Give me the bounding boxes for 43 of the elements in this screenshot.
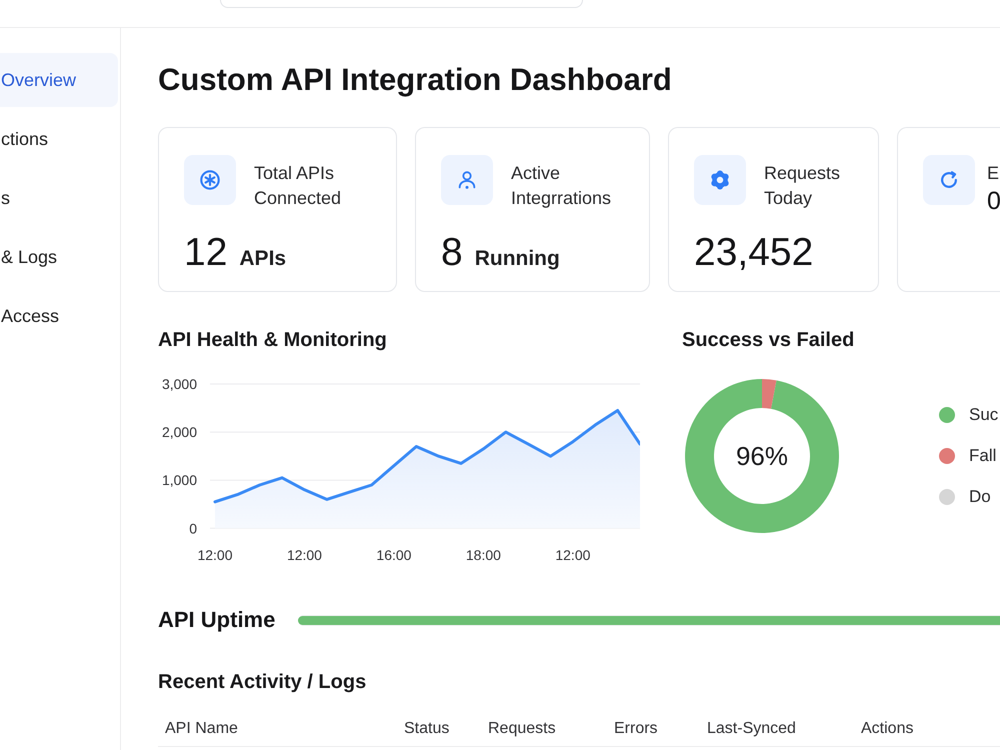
stat-value: 12 xyxy=(184,231,228,275)
stat-value: 0 xyxy=(987,186,1000,216)
column-header: Status xyxy=(404,720,450,738)
x-axis-label: 16:00 xyxy=(376,547,412,563)
column-header: Actions xyxy=(861,720,914,738)
stat-label: Total APIs Connected xyxy=(254,162,342,210)
y-axis-label: 2,000 xyxy=(162,424,197,440)
x-axis-label: 18:00 xyxy=(466,547,501,563)
sidebar-item[interactable]: Access xyxy=(0,289,118,343)
x-axis-label: 12:00 xyxy=(197,547,233,563)
user-icon xyxy=(441,155,493,205)
x-axis-label: 12:00 xyxy=(555,547,590,563)
sidebar-item[interactable]: ctions xyxy=(0,112,118,166)
column-header: API Name xyxy=(165,720,238,738)
sidebar-item[interactable]: s xyxy=(0,171,118,225)
stat-unit: Running xyxy=(474,246,560,272)
stat-label: Requests Today xyxy=(764,162,842,210)
legend-label: Suc xyxy=(969,405,998,425)
column-header: Errors xyxy=(614,720,658,738)
stat-label: E xyxy=(987,162,1000,185)
sidebar-item[interactable]: & Logs xyxy=(0,230,118,284)
section-title: Success vs Failed xyxy=(682,328,854,352)
y-axis-label: 1,000 xyxy=(162,472,197,488)
refresh-icon xyxy=(923,155,975,205)
stat-value: 23,452 xyxy=(694,231,814,275)
stat-unit: APIs xyxy=(239,246,286,272)
legend-label: Fall xyxy=(969,446,996,466)
column-header: Last-Synced xyxy=(707,720,796,738)
stat-label: Active Integrrations xyxy=(511,162,612,210)
x-axis-label: 12:00 xyxy=(286,547,322,563)
percentage-label: 96% xyxy=(736,441,788,471)
legend-label: Do xyxy=(969,487,991,507)
y-axis-label: 3,000 xyxy=(162,376,197,392)
column-header: Requests xyxy=(488,720,556,738)
y-axis-label: 0 xyxy=(189,520,197,536)
input-field[interactable] xyxy=(220,0,583,8)
gear-icon xyxy=(694,155,746,205)
stat-value: 8 xyxy=(441,231,463,275)
uptime-label: API Uptime xyxy=(158,606,276,634)
section-title: API Health & Monitoring xyxy=(158,328,387,352)
page-title: Custom API Integration Dashboard xyxy=(158,62,672,98)
section-title: Recent Activity / Logs xyxy=(158,670,366,694)
sidebar-item[interactable]: Overview xyxy=(0,53,118,107)
